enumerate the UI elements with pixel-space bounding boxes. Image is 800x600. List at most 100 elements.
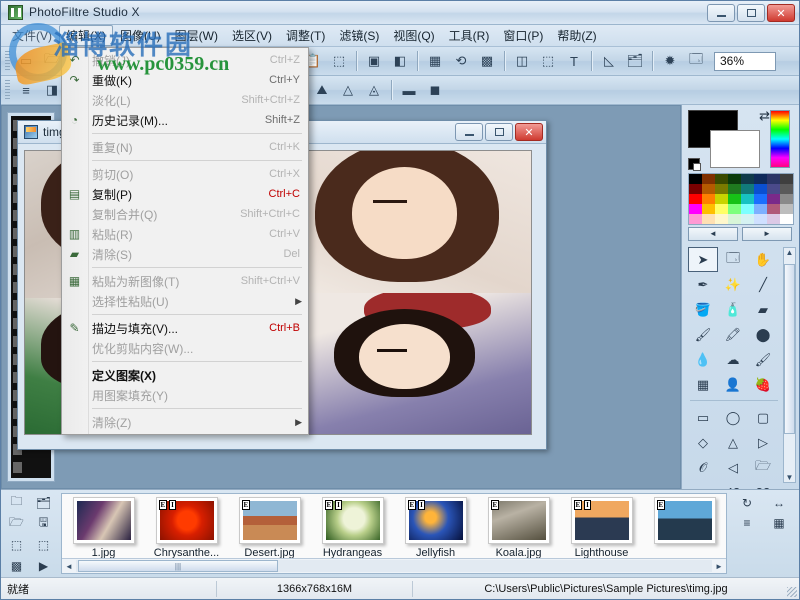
portrait-icon[interactable]: 👤 xyxy=(718,372,748,397)
menu-item-row[interactable]: 选择性粘贴(U)▶ xyxy=(62,291,308,311)
thumbnail-item[interactable]: EKoala.jpg xyxy=(477,494,560,560)
menu-item-row[interactable]: ▰清除(S)Del xyxy=(62,244,308,264)
palette-prev-button[interactable]: ◄ xyxy=(688,227,738,241)
paint-bucket-icon[interactable]: 🪣 xyxy=(688,297,718,322)
eyedropper-icon[interactable]: ✒ xyxy=(688,272,718,297)
palette-swatch[interactable] xyxy=(728,174,741,184)
brush-icon[interactable]: 🖌 xyxy=(688,322,718,347)
lasso-icon[interactable]: 𝒪 xyxy=(688,455,718,480)
palette-swatch[interactable] xyxy=(754,184,767,194)
folder-checker-icon[interactable]: ▩ xyxy=(3,555,30,576)
menu-image[interactable]: 图像(U) xyxy=(113,25,168,46)
new-file-icon[interactable]: ▭ xyxy=(14,49,38,73)
menu-item-row[interactable]: 优化剪贴内容(W)... xyxy=(62,338,308,358)
palette-swatch[interactable] xyxy=(715,204,728,214)
line-icon[interactable]: ╱ xyxy=(748,272,778,297)
palette-swatch[interactable] xyxy=(702,204,715,214)
palette-swatch[interactable] xyxy=(741,174,754,184)
levels-icon[interactable]: ≡ xyxy=(14,78,38,102)
menu-tools[interactable]: 工具(R) xyxy=(442,25,497,46)
menu-item-row[interactable]: 淡化(L)Shift+Ctrl+Z xyxy=(62,90,308,110)
palette-swatch[interactable] xyxy=(689,214,702,224)
palette-swatch[interactable] xyxy=(702,174,715,184)
palette-swatch[interactable] xyxy=(780,194,793,204)
menu-item-row[interactable]: ✎描边与填充(V)...Ctrl+B xyxy=(62,318,308,338)
menu-filter[interactable]: 滤镜(S) xyxy=(332,25,386,46)
thumbnail-strip[interactable]: 1.jpgEIChrysanthe...EDesert.jpgEIHydrang… xyxy=(61,493,727,574)
spray-icon[interactable]: 🧴 xyxy=(718,297,748,322)
plugin-icon[interactable]: ✹ xyxy=(658,49,682,73)
selection-icon[interactable]: ⬚ xyxy=(536,49,560,73)
palette-swatch[interactable] xyxy=(767,184,780,194)
minimize-button[interactable] xyxy=(707,4,735,22)
folder-open-icon[interactable]: 🗁 xyxy=(3,513,30,534)
background-color-swatch[interactable] xyxy=(710,130,760,168)
dock-scrollbar[interactable]: ▲ ▼ xyxy=(783,247,796,483)
menu-item-row[interactable]: ▥粘贴(R)Ctrl+V xyxy=(62,224,308,244)
menu-file[interactable]: 文件(V) xyxy=(5,25,59,46)
menu-item-row[interactable]: 定义图案(X) xyxy=(62,365,308,385)
folder-select-icon[interactable]: ⬚ xyxy=(3,534,30,555)
palette-swatch[interactable] xyxy=(689,184,702,194)
folder-image-icon[interactable]: 🗂 xyxy=(30,492,57,513)
menu-item-row[interactable]: 清除(Z)▶ xyxy=(62,412,308,432)
gradient-icon[interactable]: ◧ xyxy=(388,49,412,73)
palette-swatch[interactable] xyxy=(702,184,715,194)
palette-swatch[interactable] xyxy=(741,204,754,214)
scroll-right-icon[interactable]: ► xyxy=(712,562,726,571)
menu-selection[interactable]: 选区(V) xyxy=(225,25,279,46)
palette-swatch[interactable] xyxy=(689,204,702,214)
thumbnail-item[interactable]: EIJellyfish xyxy=(394,494,477,560)
menu-help[interactable]: 帮助(Z) xyxy=(550,25,603,46)
triangle-icon[interactable]: △ xyxy=(718,430,748,455)
thumbnail-item[interactable]: EIChrysanthe... xyxy=(145,494,228,560)
palette-swatch[interactable] xyxy=(780,204,793,214)
list-view-icon[interactable]: ≡ xyxy=(731,513,763,533)
sharpen-icon[interactable]: △ xyxy=(336,78,360,102)
palette-swatch[interactable] xyxy=(728,204,741,214)
dock-scroll-up-icon[interactable]: ▲ xyxy=(784,248,795,257)
color-spectrum[interactable] xyxy=(770,110,790,168)
diamond-icon[interactable]: ◇ xyxy=(688,430,718,455)
strawberry-icon[interactable]: 🍓 xyxy=(748,372,778,397)
window-list-icon[interactable]: 🗔 xyxy=(684,49,708,73)
magic-wand-icon[interactable]: ✨ xyxy=(718,272,748,297)
thumbnail-item[interactable]: EDesert.jpg xyxy=(228,494,311,560)
maximize-button[interactable] xyxy=(737,4,765,22)
dock-scroll-thumb[interactable] xyxy=(784,264,795,434)
menu-item-row[interactable]: 剪切(O)Ctrl+X xyxy=(62,164,308,184)
toolbar-grip[interactable] xyxy=(5,51,10,72)
menu-item-row[interactable]: ↶撤销(J)Ctrl+Z xyxy=(62,50,308,70)
palette-swatch[interactable] xyxy=(741,214,754,224)
eraser-tool-icon[interactable]: ▰ xyxy=(748,297,778,322)
smudge-icon[interactable]: ☁ xyxy=(718,347,748,372)
scroll-left-icon[interactable]: ◄ xyxy=(62,562,76,571)
palette-swatch[interactable] xyxy=(780,174,793,184)
thumbnail-item[interactable]: EIHydrangeas xyxy=(311,494,394,560)
palette-swatch[interactable] xyxy=(767,194,780,204)
emboss-icon[interactable]: ⛰ xyxy=(310,78,334,102)
screen-capture-icon[interactable]: 🗔 xyxy=(718,247,748,272)
text-icon[interactable]: T xyxy=(562,49,586,73)
layer-frame-icon[interactable]: ◫ xyxy=(510,49,534,73)
palette-swatch[interactable] xyxy=(741,184,754,194)
hue-icon[interactable]: ◼ xyxy=(423,78,447,102)
palette-swatch[interactable] xyxy=(715,194,728,204)
palette-swatch[interactable] xyxy=(728,214,741,224)
palette-swatch[interactable] xyxy=(741,194,754,204)
explorer-icon[interactable]: 🗂 xyxy=(623,49,647,73)
blur-tool-icon[interactable]: 💧 xyxy=(688,347,718,372)
brush-plus-icon[interactable]: 🖍 xyxy=(718,322,748,347)
palette-swatch[interactable] xyxy=(767,214,780,224)
flip-icon[interactable]: ↔ xyxy=(763,493,795,513)
palette-swatch[interactable] xyxy=(728,194,741,204)
palette-swatch[interactable] xyxy=(702,194,715,204)
sharpen-more-icon[interactable]: ◬ xyxy=(362,78,386,102)
menu-item-row[interactable]: ↷重做(K)Ctrl+Y xyxy=(62,70,308,90)
scroll-track[interactable]: ||| xyxy=(76,560,712,572)
palette-swatch[interactable] xyxy=(754,194,767,204)
menu-window[interactable]: 窗口(P) xyxy=(496,25,550,46)
polygon-lasso-icon[interactable]: ◁ xyxy=(718,455,748,480)
resize-grip[interactable] xyxy=(787,587,797,597)
thumbnail-scrollbar[interactable]: ◄ ||| ► xyxy=(62,558,726,573)
